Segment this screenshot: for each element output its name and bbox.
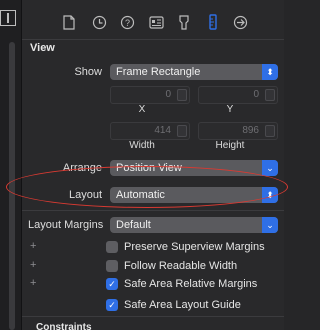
attributes-icon[interactable] bbox=[177, 14, 191, 30]
layout-margins-popup-value: Default bbox=[116, 219, 151, 231]
layout-label: Layout bbox=[68, 189, 102, 201]
y-stepper[interactable] bbox=[265, 89, 275, 101]
size-ruler-icon[interactable] bbox=[206, 14, 220, 30]
layout-popup-value: Automatic bbox=[116, 189, 165, 201]
chevron-updown-icon: ⬍ bbox=[262, 187, 278, 203]
safe-area-layout-guide-checkbox[interactable]: ✓ Safe Area Layout Guide bbox=[106, 298, 241, 312]
add-variation-icon[interactable]: + bbox=[30, 259, 36, 271]
x-field[interactable]: 0 bbox=[110, 86, 190, 104]
chevron-down-icon: ⌄ bbox=[262, 217, 278, 233]
x-value: 0 bbox=[165, 89, 171, 100]
help-icon[interactable]: ? bbox=[119, 14, 135, 30]
inspector-toolbar: ? bbox=[22, 0, 284, 40]
width-field[interactable]: 414 bbox=[110, 122, 190, 140]
arrange-popup[interactable]: Position View ⌄ bbox=[110, 160, 278, 176]
width-stepper[interactable] bbox=[177, 125, 187, 137]
y-value: 0 bbox=[253, 89, 259, 100]
arrange-label: Arrange bbox=[62, 162, 102, 174]
section-divider bbox=[22, 316, 284, 317]
connections-icon[interactable] bbox=[232, 14, 248, 30]
chevron-down-icon: ⌄ bbox=[262, 160, 278, 176]
height-caption: Height bbox=[215, 140, 245, 151]
layout-margins-label: Layout Margins bbox=[28, 219, 104, 231]
height-value: 896 bbox=[242, 125, 259, 136]
editor-gutter bbox=[0, 0, 22, 330]
add-variation-icon[interactable]: + bbox=[30, 240, 36, 252]
chevron-updown-icon: ⬍ bbox=[262, 64, 278, 80]
history-icon[interactable] bbox=[91, 14, 107, 30]
checkbox-unchecked[interactable] bbox=[106, 260, 118, 272]
identity-icon[interactable] bbox=[148, 14, 164, 30]
add-variation-icon[interactable]: + bbox=[30, 277, 36, 289]
constraints-section-title: Constraints bbox=[36, 322, 92, 330]
svg-text:?: ? bbox=[124, 18, 129, 28]
checkmark-icon[interactable]: ✓ bbox=[106, 278, 118, 290]
checkbox-label: Safe Area Relative Margins bbox=[124, 278, 258, 290]
checkbox-label: Follow Readable Width bbox=[124, 260, 238, 272]
y-field[interactable]: 0 bbox=[198, 86, 278, 104]
split-editor-icon[interactable] bbox=[0, 10, 16, 26]
size-inspector: ? View Show Frame Rectangle ⬍ 0 0 X Y 41… bbox=[22, 0, 284, 330]
safe-area-relative-margins-checkbox[interactable]: ✓ Safe Area Relative Margins bbox=[106, 277, 257, 291]
show-popup-value: Frame Rectangle bbox=[116, 66, 201, 78]
x-stepper[interactable] bbox=[177, 89, 187, 101]
section-divider bbox=[22, 210, 284, 211]
show-label: Show bbox=[74, 66, 102, 78]
layout-margins-popup[interactable]: Default ⌄ bbox=[110, 217, 278, 233]
editor-scrollbar[interactable] bbox=[9, 42, 15, 330]
preserve-superview-margins-checkbox[interactable]: Preserve Superview Margins bbox=[106, 240, 265, 254]
file-icon[interactable] bbox=[62, 14, 76, 30]
view-section-title: View bbox=[30, 42, 55, 54]
layout-popup[interactable]: Automatic ⬍ bbox=[110, 187, 278, 203]
width-value: 414 bbox=[154, 125, 171, 136]
arrange-popup-value: Position View bbox=[116, 162, 182, 174]
height-stepper[interactable] bbox=[265, 125, 275, 137]
checkbox-unchecked[interactable] bbox=[106, 241, 118, 253]
checkbox-label: Preserve Superview Margins bbox=[124, 241, 265, 253]
y-caption: Y bbox=[226, 104, 234, 115]
follow-readable-width-checkbox[interactable]: Follow Readable Width bbox=[106, 259, 237, 273]
show-popup[interactable]: Frame Rectangle ⬍ bbox=[110, 64, 278, 80]
width-caption: Width bbox=[129, 140, 155, 151]
height-field[interactable]: 896 bbox=[198, 122, 278, 140]
checkmark-icon[interactable]: ✓ bbox=[106, 299, 118, 311]
checkbox-label: Safe Area Layout Guide bbox=[124, 299, 241, 311]
x-caption: X bbox=[138, 104, 146, 115]
